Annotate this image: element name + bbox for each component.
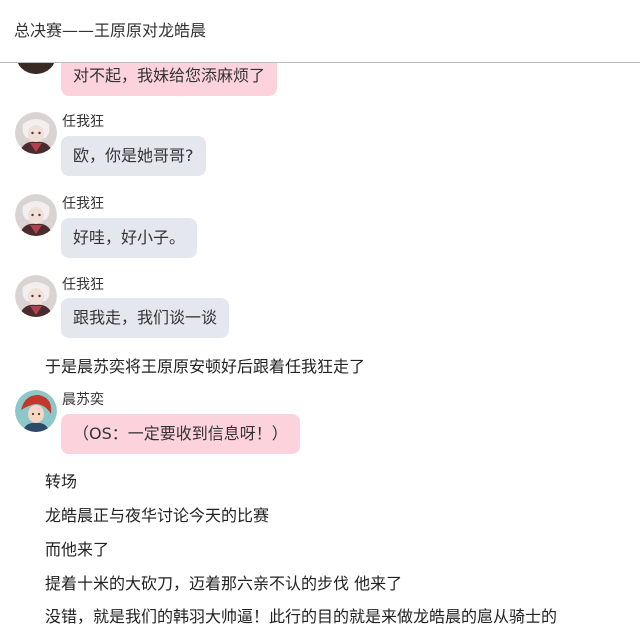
page-title: 总决赛——王原原对龙皓晨 [14,21,207,40]
header-bar: 总决赛——王原原对龙皓晨 [0,0,640,63]
avatar[interactable] [15,112,57,154]
message-bubble: （OS：一定要收到信息呀！） [61,414,300,454]
narration-text: 而他来了 [45,540,110,559]
avatar[interactable] [15,275,57,317]
message-bubble: 好哇，好小子。 [61,218,198,258]
narration-text: 于是晨苏奕将王原原安顿好后跟着任我狂走了 [45,357,366,376]
narration-text: 没错，就是我们的韩羽大帅逼！此行的目的就是来做龙皓晨的扈从骑士的 [45,607,558,626]
avatar[interactable] [15,390,57,432]
chat-area: 对不起，我妹给您添麻烦了 任我狂 欧，你是她哥哥? 任我狂 好哇，好小子。 任我… [0,0,640,630]
narration-text: 转场 [45,472,78,491]
narration-text: 龙皓晨正与夜华讨论今天的比赛 [45,506,270,525]
sender-name: 晨苏奕 [62,392,104,408]
sender-name: 任我狂 [62,196,104,212]
sender-name: 任我狂 [62,114,104,130]
sender-name: 任我狂 [62,277,104,293]
message-bubble: 欧，你是她哥哥? [61,136,206,176]
message-bubble: 跟我走，我们谈一谈 [61,298,230,338]
narration-text: 提着十米的大砍刀，迈着那六亲不认的步伐 他来了 [45,574,403,593]
avatar[interactable] [15,194,57,236]
